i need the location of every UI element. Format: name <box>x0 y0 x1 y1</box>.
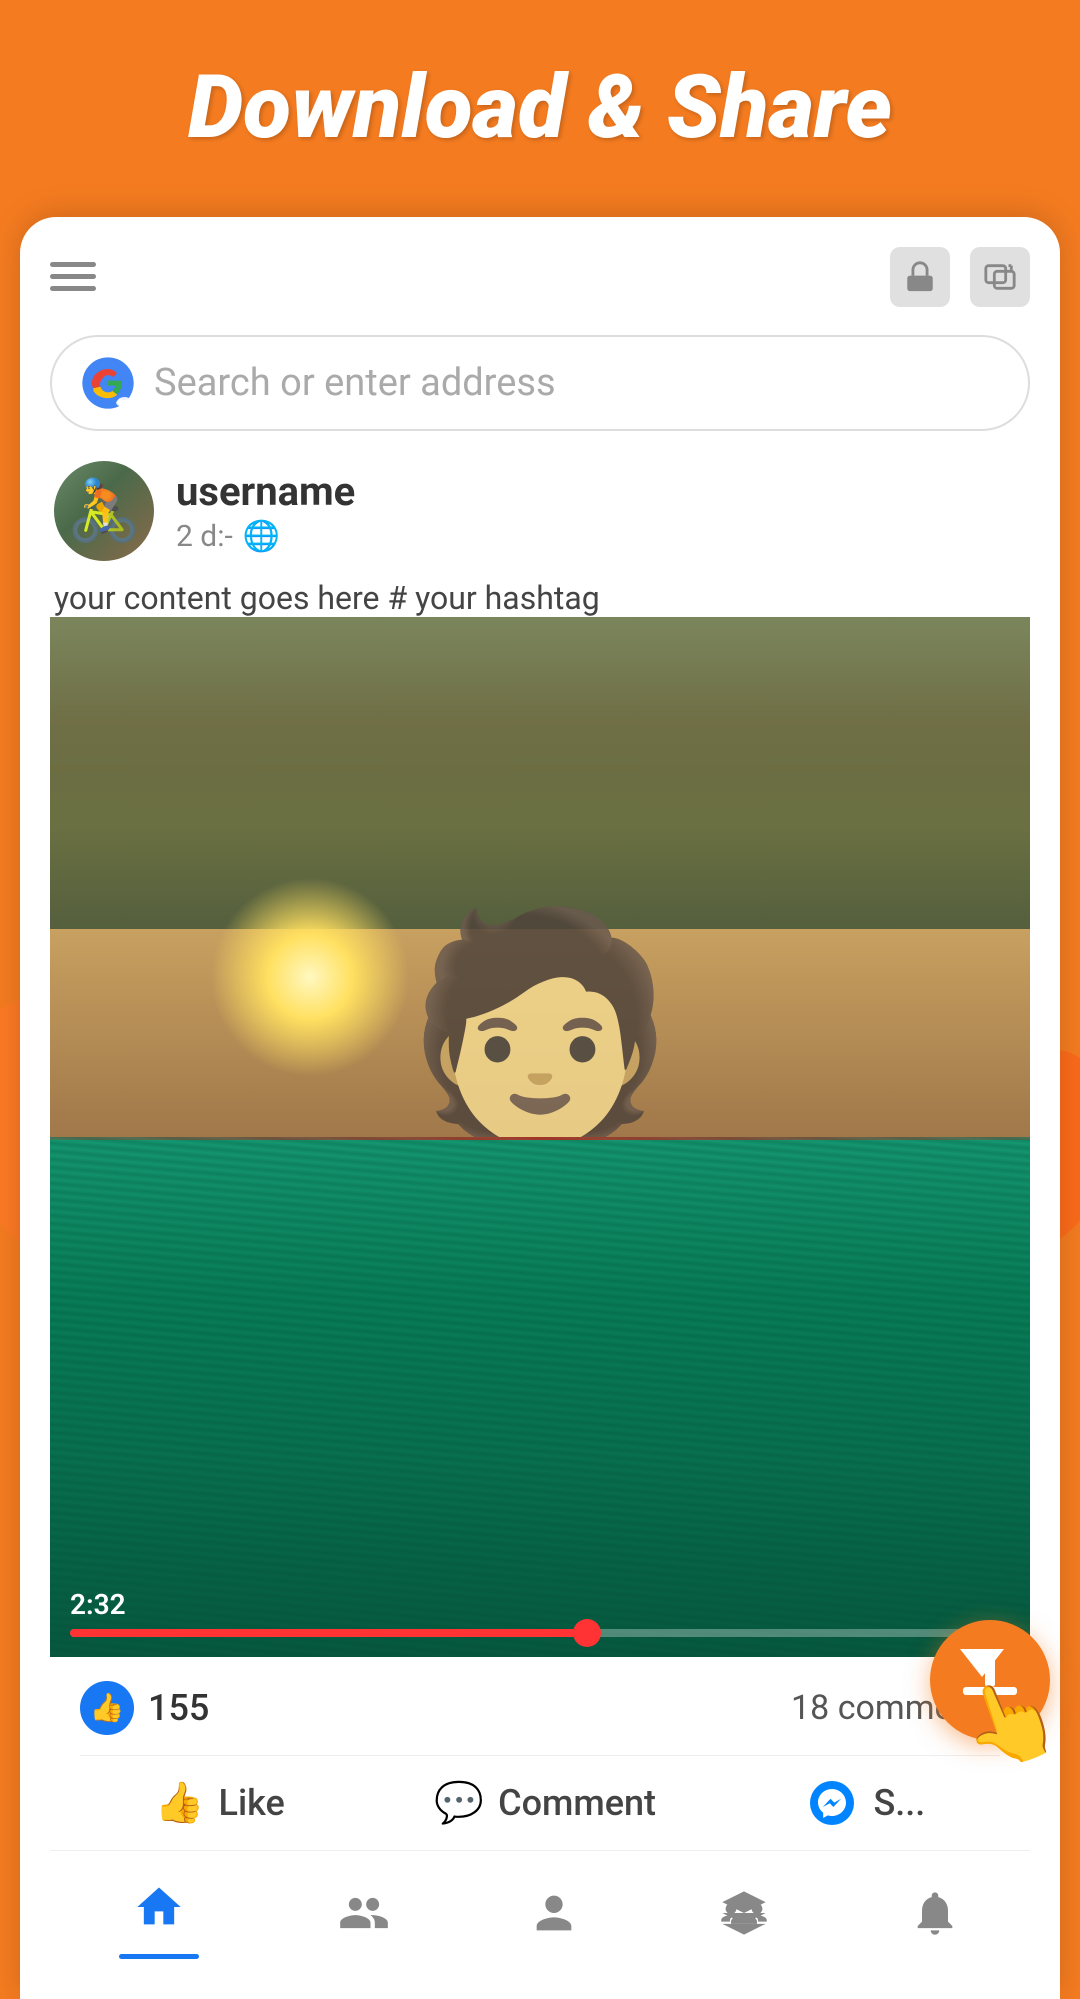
toolbar-left <box>50 262 96 291</box>
menu-icon[interactable] <box>50 262 96 291</box>
search-input[interactable]: Search or enter address <box>154 361 1000 405</box>
post-header: 🚴 username 2 d:- 🌐 <box>50 461 1030 561</box>
video-lower: 2:32 <box>50 1137 1030 1657</box>
like-button[interactable]: 👍 Like <box>155 1779 285 1826</box>
google-icon <box>80 355 136 411</box>
video-container: 🧑 2:32 <box>50 617 1030 1657</box>
green-field-texture <box>50 1137 1030 1657</box>
nav-active-indicator <box>119 1954 199 1959</box>
likes-number: 155 <box>148 1687 209 1729</box>
top-section: Download & Share <box>0 0 1080 157</box>
likes-count: 👍 155 <box>80 1681 209 1735</box>
post-time: 2 d:- <box>176 519 233 554</box>
tab-icon <box>983 260 1017 294</box>
progress-fill <box>70 1629 587 1637</box>
bottom-nav <box>50 1850 1030 1999</box>
engagement-area: 👍 155 18 comments 👍 Like 💬 Comment <box>50 1657 1030 1850</box>
page-title: Download & Share <box>40 60 1040 157</box>
person-figure: 🧑 <box>403 917 677 1137</box>
thumbs-up-icon: 👍 <box>80 1681 134 1735</box>
hamburger-line-2 <box>50 274 96 279</box>
like-label: Like <box>219 1782 285 1824</box>
messenger-icon <box>805 1776 859 1830</box>
hamburger-line-1 <box>50 262 96 267</box>
share-label: S... <box>873 1782 925 1824</box>
engagement-stats: 👍 155 18 comments <box>80 1681 1000 1735</box>
avatar: 🚴 <box>54 461 154 561</box>
video-split-line <box>50 1137 1030 1140</box>
post-area: 🚴 username 2 d:- 🌐 your content goes her… <box>50 461 1030 617</box>
download-fab[interactable]: 👆 <box>930 1620 1050 1740</box>
like-icon: 👍 <box>155 1779 205 1826</box>
search-bar[interactable]: Search or enter address <box>50 335 1030 431</box>
progress-track[interactable] <box>70 1629 1010 1637</box>
download-arrow <box>960 1649 1004 1677</box>
new-tab-button[interactable] <box>970 247 1030 307</box>
comment-icon: 💬 <box>434 1779 484 1826</box>
post-username: username <box>176 468 355 515</box>
browser-card: Search or enter address 🚴 username 2 d:-… <box>20 217 1060 1999</box>
download-base <box>963 1687 1017 1695</box>
browser-toolbar <box>50 247 1030 307</box>
progress-dot <box>573 1619 601 1647</box>
post-meta: 2 d:- 🌐 <box>176 519 355 554</box>
post-content-text: your content goes here # your hashtag <box>50 579 1030 617</box>
comment-label: Comment <box>498 1782 656 1824</box>
video-progress: 2:32 <box>50 1588 1030 1637</box>
avatar-emoji: 🚴 <box>67 475 142 546</box>
home-icon <box>133 1881 185 1946</box>
lock-icon <box>903 260 937 294</box>
download-icon-wrap <box>960 1645 1020 1715</box>
share-button[interactable]: S... <box>805 1776 925 1830</box>
hamburger-line-3 <box>50 286 96 291</box>
globe-icon: 🌐 <box>243 519 280 554</box>
post-user-info: username 2 d:- 🌐 <box>176 468 355 554</box>
engagement-actions: 👍 Like 💬 Comment S... <box>80 1755 1000 1850</box>
video-time: 2:32 <box>70 1588 1010 1621</box>
lock-tab-button[interactable] <box>890 247 950 307</box>
comment-button[interactable]: 💬 Comment <box>434 1779 656 1826</box>
toolbar-right <box>890 247 1030 307</box>
video-upper: 🧑 <box>50 617 1030 1137</box>
